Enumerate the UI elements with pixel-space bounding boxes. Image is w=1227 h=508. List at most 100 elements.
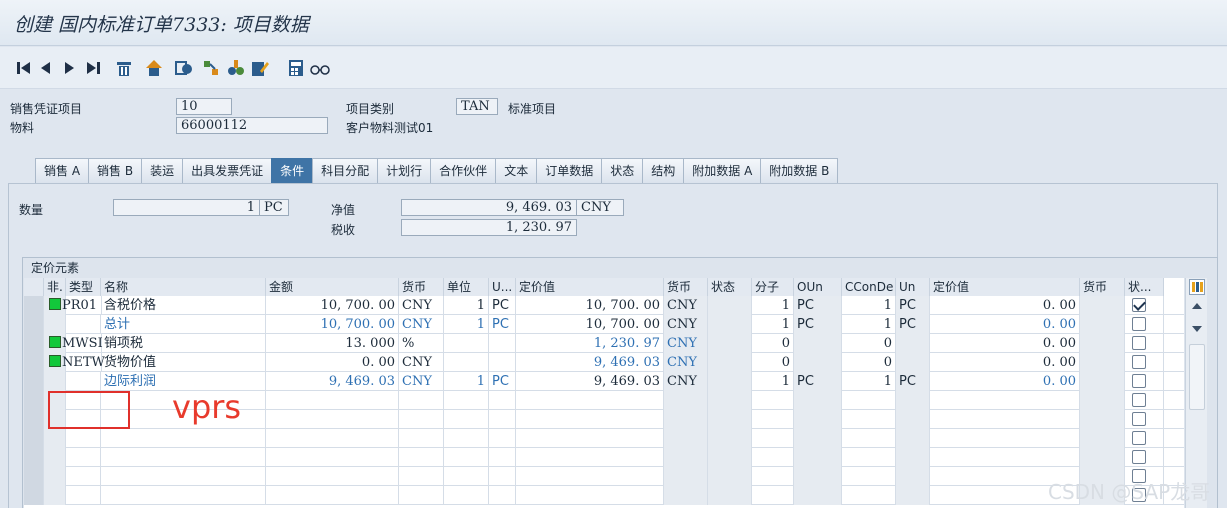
cell-condition-type[interactable]: [66, 429, 101, 448]
category-field[interactable]: TAN: [456, 98, 498, 115]
table-row[interactable]: MWSI 销项税 13. 000% 1, 230. 97 CNY 0 0 0. 00: [24, 334, 1184, 353]
cell-amount[interactable]: 13. 000: [266, 334, 399, 353]
cell-amount[interactable]: 10, 700. 00: [266, 296, 399, 315]
cell-currency[interactable]: %: [399, 334, 444, 353]
tab-5[interactable]: 科目分配: [312, 158, 379, 183]
scroll-thumb[interactable]: [1189, 344, 1205, 410]
cell-condition-type[interactable]: [66, 448, 101, 467]
cell-condition-type[interactable]: [66, 467, 101, 486]
first-icon[interactable]: [14, 58, 34, 78]
tab-9[interactable]: 订单数据: [536, 158, 603, 183]
column-header-14[interactable]: 定价值: [930, 278, 1080, 296]
column-header-9[interactable]: 状态: [708, 278, 752, 296]
cell-currency[interactable]: [399, 486, 444, 505]
column-header-7[interactable]: 定价值: [516, 278, 664, 296]
column-header-6[interactable]: U...: [489, 278, 516, 296]
table-row[interactable]: [24, 467, 1184, 486]
calc-icon[interactable]: [286, 58, 306, 78]
tab-8[interactable]: 文本: [495, 158, 538, 183]
tab-7[interactable]: 合作伙伴: [430, 158, 497, 183]
row-selector[interactable]: [24, 315, 44, 334]
row-selector[interactable]: [24, 429, 44, 448]
edit-icon[interactable]: [250, 58, 270, 78]
cell-amount[interactable]: [266, 486, 399, 505]
last-icon[interactable]: [84, 58, 104, 78]
delete-icon[interactable]: [114, 58, 134, 78]
cell-amount[interactable]: 9, 469. 03: [266, 372, 399, 391]
quantity-field[interactable]: 1: [113, 199, 260, 216]
column-header-3[interactable]: 金额: [266, 278, 399, 296]
next-icon[interactable]: [60, 58, 80, 78]
cell-condition-type[interactable]: PR01: [48, 296, 102, 315]
prev-icon[interactable]: [36, 58, 56, 78]
cell-currency[interactable]: CNY: [399, 353, 444, 372]
cell-currency[interactable]: CNY: [399, 296, 444, 315]
cell-currency[interactable]: [399, 448, 444, 467]
status-checkbox[interactable]: [1132, 317, 1146, 331]
cell-amount[interactable]: [266, 429, 399, 448]
cell-currency[interactable]: [399, 410, 444, 429]
row-selector[interactable]: [24, 296, 44, 315]
column-header-1[interactable]: 类型: [66, 278, 101, 296]
scroll-up-icon[interactable]: [1192, 303, 1202, 309]
tab-10[interactable]: 状态: [601, 158, 644, 183]
cell-currency[interactable]: [399, 429, 444, 448]
cell-amount[interactable]: 10, 700. 00: [266, 315, 399, 334]
table-row[interactable]: [24, 448, 1184, 467]
status-checkbox[interactable]: [1132, 393, 1146, 407]
cell-condition-type[interactable]: [66, 372, 101, 391]
cell-amount[interactable]: [266, 410, 399, 429]
tab-11[interactable]: 结构: [642, 158, 685, 183]
column-header-0[interactable]: 非.: [44, 278, 66, 296]
row-selector[interactable]: [24, 372, 44, 391]
table-row[interactable]: NETW 货物价值 0. 00 CNY 9, 469. 03 CNY 0 0 0. 00: [24, 353, 1184, 372]
cell-currency[interactable]: CNY: [399, 372, 444, 391]
tab-6[interactable]: 计划行: [377, 158, 432, 183]
tab-0[interactable]: 销售 A: [35, 158, 90, 183]
cell-currency[interactable]: [399, 467, 444, 486]
column-header-8[interactable]: 货币: [664, 278, 708, 296]
row-selector[interactable]: [24, 448, 44, 467]
cell-currency[interactable]: CNY: [399, 315, 444, 334]
table-row[interactable]: 总计 10, 700. 00 CNY 1 PC 10, 700. 00 CNY 1 PC 1 PC 0…: [24, 315, 1184, 334]
table-row[interactable]: PR01 含税价格 10, 700. 00 CNY 1 PC 10, 700. 00 CNY 1…: [24, 296, 1184, 315]
status-checkbox[interactable]: [1132, 450, 1146, 464]
column-header-12[interactable]: CConDe: [842, 278, 896, 296]
column-config-icon[interactable]: [1189, 279, 1205, 295]
status-checkbox[interactable]: [1132, 412, 1146, 426]
cell-condition-type[interactable]: [66, 486, 101, 505]
status-checkbox[interactable]: [1132, 298, 1146, 312]
tab-1[interactable]: 销售 B: [88, 158, 143, 183]
column-header-11[interactable]: OUn: [794, 278, 842, 296]
row-selector[interactable]: [24, 410, 44, 429]
table-row[interactable]: [24, 486, 1184, 505]
home-icon[interactable]: [144, 58, 164, 78]
cell-amount[interactable]: [266, 448, 399, 467]
item-field[interactable]: 10: [176, 98, 232, 115]
status-checkbox[interactable]: [1132, 336, 1146, 350]
scroll-down-icon[interactable]: [1192, 326, 1202, 332]
net-currency-field[interactable]: CNY: [576, 199, 624, 216]
column-header-5[interactable]: 单位: [444, 278, 489, 296]
tax-field[interactable]: 1, 230. 97: [401, 219, 577, 236]
glasses-icon[interactable]: [310, 58, 330, 78]
row-selector[interactable]: [24, 353, 44, 372]
cell-condition-type[interactable]: [66, 315, 101, 334]
quantity-unit-field[interactable]: PC: [259, 199, 289, 216]
tab-4[interactable]: 条件: [271, 158, 314, 183]
row-selector[interactable]: [24, 391, 44, 410]
tab-2[interactable]: 装运: [141, 158, 184, 183]
tree-icon[interactable]: [226, 58, 246, 78]
column-header-2[interactable]: 名称: [101, 278, 266, 296]
column-header-15[interactable]: 货币: [1080, 278, 1125, 296]
row-selector[interactable]: [24, 334, 44, 353]
row-selector[interactable]: [24, 486, 44, 505]
tab-13[interactable]: 附加数据 B: [760, 158, 839, 183]
column-header-4[interactable]: 货币: [399, 278, 444, 296]
cell-amount[interactable]: [266, 467, 399, 486]
cell-amount[interactable]: 0. 00: [266, 353, 399, 372]
cell-condition-type[interactable]: MWSI: [48, 334, 103, 353]
cell-condition-type[interactable]: NETW: [48, 353, 105, 372]
net-value-field[interactable]: 9, 469. 03: [401, 199, 577, 216]
row-selector[interactable]: [24, 467, 44, 486]
